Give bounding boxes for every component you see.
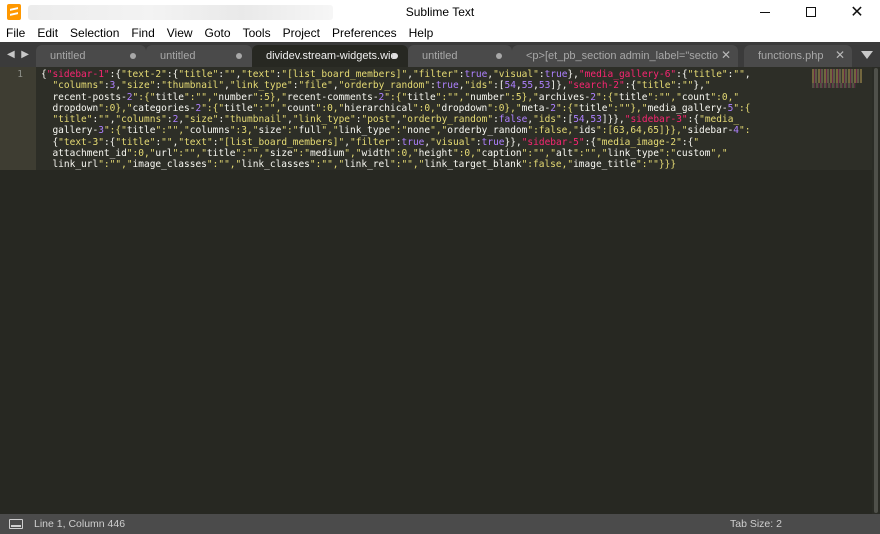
minimap-line <box>812 83 856 88</box>
chevron-down-icon <box>861 50 873 59</box>
gutter-current-line <box>0 67 36 170</box>
tab-untitled-1[interactable]: untitled <box>36 45 146 67</box>
vertical-scrollbar[interactable] <box>872 67 880 514</box>
code-text[interactable]: {"sidebar-1":{"text-2":{"title":"","text… <box>41 69 801 171</box>
cursor-position: Line 1, Column 446 <box>34 518 126 530</box>
menu-help[interactable]: Help <box>409 26 434 40</box>
menu-goto[interactable]: Goto <box>205 26 231 40</box>
tab-scroll-controls: ◀ ▶ <box>7 42 29 67</box>
menu-find[interactable]: Find <box>131 26 154 40</box>
tab-functions-php[interactable]: functions.php ✕ <box>744 45 852 67</box>
close-icon: ✕ <box>850 4 864 21</box>
tab-bar: ◀ ▶ untitled untitled dividev.stream-wid… <box>0 42 880 67</box>
status-bar: Line 1, Column 446 Tab Size: 2 <box>0 514 880 534</box>
close-window-button[interactable]: ✕ <box>834 0 880 24</box>
tab-list-dropdown-button[interactable] <box>854 42 880 67</box>
tab-label: functions.php <box>758 50 824 62</box>
unsaved-dot-icon <box>392 53 398 59</box>
tab-label: untitled <box>160 50 196 62</box>
unsaved-dot-icon <box>496 53 502 59</box>
menu-preferences[interactable]: Preferences <box>332 26 397 40</box>
tab-dividev-stream-widgets[interactable]: dividev.stream-widgets.wie <box>252 45 408 67</box>
tab-scroll-right-icon[interactable]: ▶ <box>21 49 29 60</box>
minimap[interactable] <box>812 69 862 83</box>
close-tab-icon[interactable]: ✕ <box>835 48 845 62</box>
tab-label: untitled <box>422 50 458 62</box>
tab-label: dividev.stream-widgets.wie <box>266 50 397 62</box>
minimize-button[interactable] <box>742 0 788 24</box>
tab-untitled-3[interactable]: untitled <box>408 45 512 67</box>
unsaved-dot-icon <box>130 53 136 59</box>
scrollbar-thumb[interactable] <box>874 68 878 513</box>
close-tab-icon[interactable]: ✕ <box>721 48 731 62</box>
tab-et-pb-section[interactable]: <p>[et_pb_section admin_label="section"]… <box>512 45 738 67</box>
menu-selection[interactable]: Selection <box>70 26 119 40</box>
tab-label: untitled <box>50 50 86 62</box>
menu-project[interactable]: Project <box>283 26 320 40</box>
menu-tools[interactable]: Tools <box>243 26 271 40</box>
tab-label: <p>[et_pb_section admin_label="section"]… <box>526 50 718 62</box>
title-bar: Sublime Text ✕ <box>0 0 880 24</box>
tab-scroll-left-icon[interactable]: ◀ <box>7 49 15 60</box>
tab-size-indicator[interactable]: Tab Size: 2 <box>730 518 782 530</box>
menu-file[interactable]: File <box>6 26 25 40</box>
editor-area[interactable]: 1 {"sidebar-1":{"text-2":{"title":"","te… <box>0 67 880 514</box>
menu-view[interactable]: View <box>167 26 193 40</box>
line-number: 1 <box>17 69 23 80</box>
tab-untitled-2[interactable]: untitled <box>146 45 252 67</box>
menu-edit[interactable]: Edit <box>37 26 58 40</box>
minimize-icon <box>760 11 770 13</box>
menu-bar: File Edit Selection Find View Goto Tools… <box>0 24 880 42</box>
unsaved-dot-icon <box>236 53 242 59</box>
panel-toggle-icon[interactable] <box>9 519 23 529</box>
maximize-button[interactable] <box>788 0 834 24</box>
maximize-icon <box>806 7 816 17</box>
